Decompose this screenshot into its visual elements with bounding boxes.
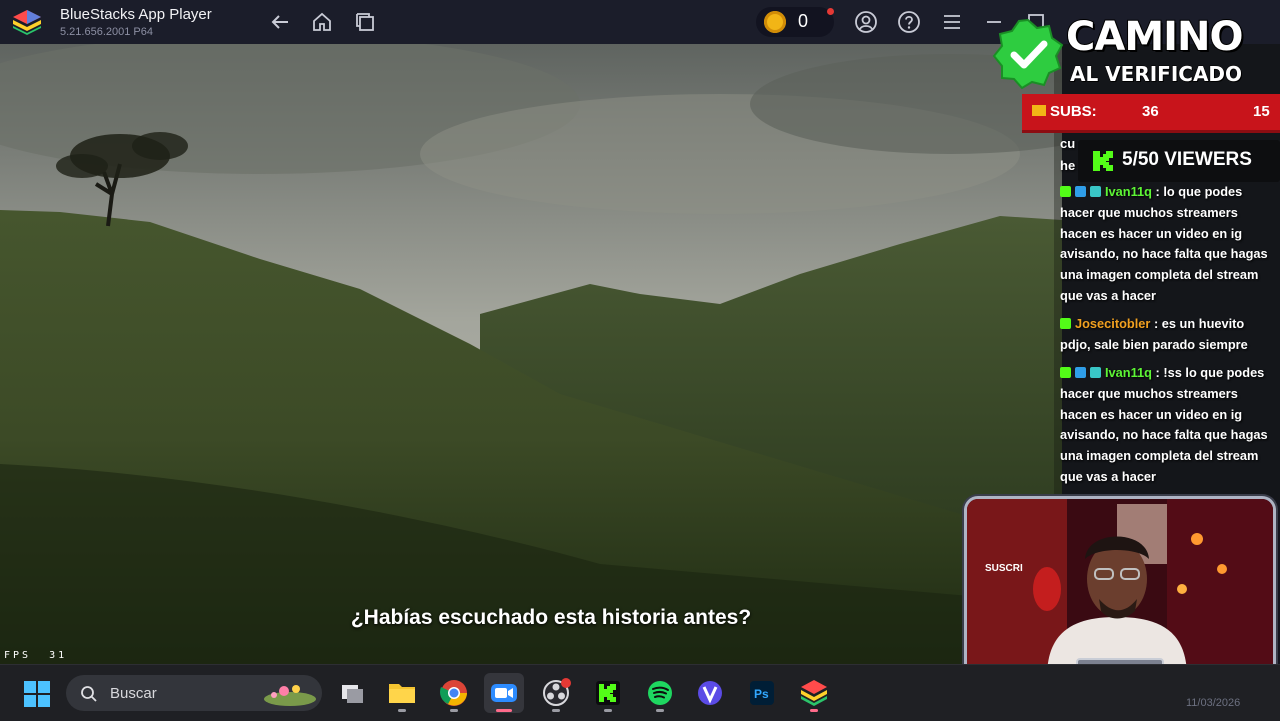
crown-icon [1032, 105, 1046, 116]
subs-goal-bar: SUBS: 36 15 [1022, 94, 1280, 133]
video-player[interactable] [0, 44, 1062, 664]
notification-dot [827, 8, 834, 15]
gift-badge-icon [1090, 367, 1101, 378]
help-icon[interactable] [897, 10, 921, 34]
windows-start-icon[interactable] [24, 681, 50, 707]
app-title: BlueStacks App Player [60, 6, 212, 23]
kick-logo-icon [1093, 151, 1113, 171]
kick-icon[interactable] [588, 673, 628, 713]
kick-badge-icon [1060, 186, 1071, 197]
video-subtitle: ¿Habías escuchado esta historia antes? [350, 606, 752, 629]
account-icon[interactable] [854, 10, 878, 34]
chat-fragment: he [1060, 158, 1076, 173]
coins-counter[interactable]: 0 [756, 7, 834, 37]
search-placeholder: Buscar [110, 685, 157, 702]
webcam-frame: SUSCRI [964, 496, 1276, 680]
chat-fragment: cu [1060, 136, 1076, 151]
kick-badge-icon [1060, 318, 1071, 329]
subs-count: 36 [1142, 103, 1159, 120]
fps-label: FPS [4, 650, 32, 661]
subs-label: SUBS: [1050, 103, 1097, 120]
webcam-sign: SUSCRI [985, 563, 1023, 574]
spotify-icon[interactable] [640, 673, 680, 713]
clock-date[interactable]: 11/03/2026 [1186, 697, 1240, 709]
webcam-feed: SUSCRI [967, 499, 1273, 677]
v-app-icon[interactable] [690, 673, 730, 713]
task-view-icon[interactable] [332, 673, 372, 713]
verified-check-icon [992, 18, 1064, 90]
bluestacks-taskbar-icon[interactable] [794, 673, 834, 713]
chat-username: Ivan11q [1105, 184, 1152, 199]
recent-apps-icon[interactable] [354, 10, 378, 34]
chat-text: : lo que podes hacer que muchos streamer… [1060, 184, 1268, 303]
taskbar: Buscar Ps 11/03/2026 [0, 664, 1280, 721]
landscape-scene [0, 44, 1062, 664]
search-highlight-icon [264, 685, 316, 706]
viewers-count: 5/50 VIEWERS [1122, 149, 1252, 170]
overlay-subtitle: AL VERIFICADO [1069, 62, 1243, 87]
chat-message: Josecitobler : es un huevito pdjo, sale … [1060, 314, 1278, 356]
bluestacks-logo-icon [13, 10, 41, 35]
photoshop-icon[interactable]: Ps [742, 673, 782, 713]
zoom-icon[interactable] [484, 673, 524, 713]
chat-text: : !ss lo que podes hacer que muchos stre… [1060, 365, 1268, 484]
chat-message: Ivan11q : !ss lo que podes hacer que muc… [1060, 363, 1278, 488]
chat-message: Ivan11q : lo que podes hacer que muchos … [1060, 182, 1278, 307]
chat-username: Josecitobler [1075, 316, 1151, 331]
taskbar-search[interactable]: Buscar [66, 675, 322, 711]
menu-icon[interactable] [940, 10, 964, 34]
subs-goal: 15 [1253, 103, 1270, 120]
kick-badge-icon [1060, 367, 1071, 378]
fps-value: 31 [49, 650, 68, 661]
overlay-title: CAMINO [1065, 13, 1244, 61]
viewers-counter: 5/50 VIEWERS [1078, 140, 1280, 182]
coin-icon [764, 11, 786, 33]
file-explorer-icon[interactable] [382, 673, 422, 713]
back-icon[interactable] [268, 10, 292, 34]
app-version: 5.21.656.2001 P64 [60, 26, 153, 38]
home-icon[interactable] [310, 10, 334, 34]
chat-username: Ivan11q [1105, 365, 1152, 380]
coin-count: 0 [798, 11, 809, 31]
search-icon [81, 686, 97, 702]
fps-counter: FPS 31 [4, 650, 67, 661]
subscriber-badge-icon [1075, 367, 1086, 378]
chrome-icon[interactable] [434, 673, 474, 713]
gift-badge-icon [1090, 186, 1101, 197]
obs-icon[interactable] [536, 673, 576, 713]
svg-text:Ps: Ps [754, 687, 769, 701]
subscriber-badge-icon [1075, 186, 1086, 197]
